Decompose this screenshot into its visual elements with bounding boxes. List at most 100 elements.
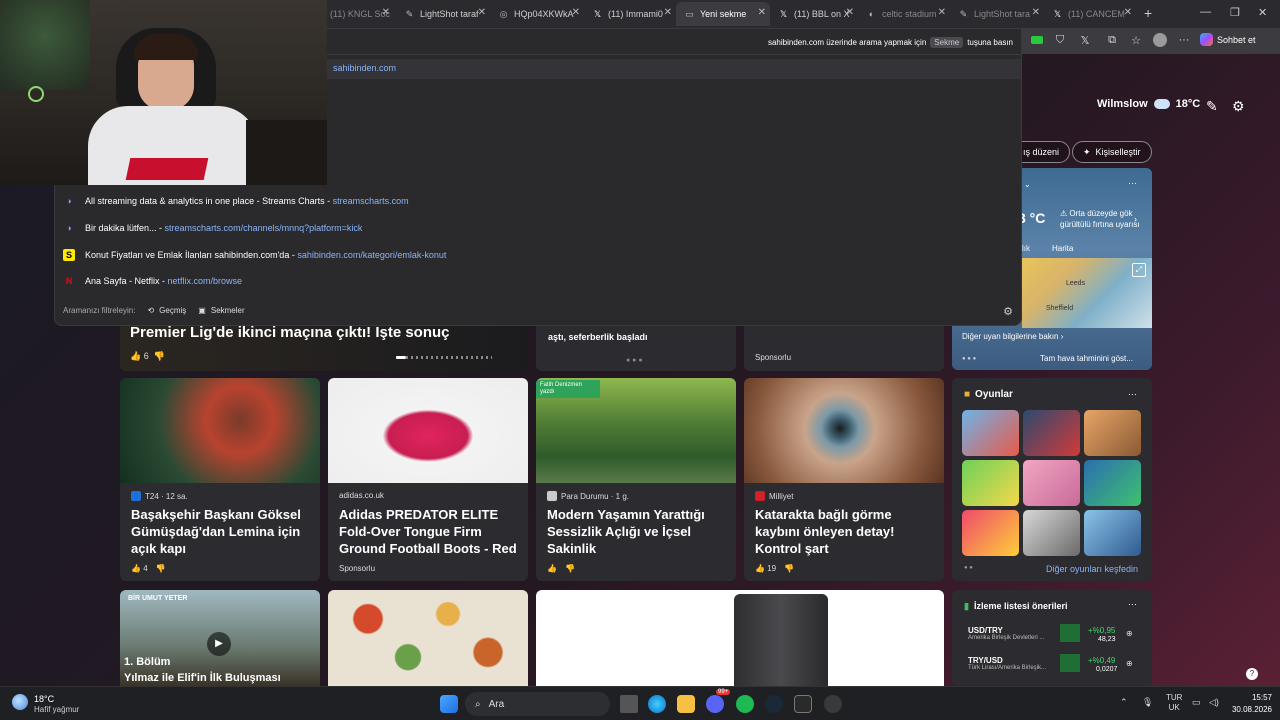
epic-games-icon[interactable]	[794, 695, 812, 713]
more-options-icon[interactable]: ···	[1128, 389, 1137, 399]
close-icon: ✕	[937, 7, 946, 18]
suggestion-item[interactable]: ◑ All streaming data & analytics in one …	[63, 191, 408, 211]
more-options-icon[interactable]: ···	[1128, 178, 1137, 188]
spotify-icon[interactable]	[736, 695, 754, 713]
microphone-tray-icon[interactable]: 🎙	[1142, 697, 1153, 708]
video-card[interactable]: BİR UMUT YETER ▶ 1. Bölüm Yılmaz ile Eli…	[120, 590, 320, 686]
taskbar-search[interactable]: ⌕ Ara	[465, 692, 610, 716]
tab-lightshot-2[interactable]: ✎ LightShot tara ✕	[950, 2, 1044, 26]
tab-hqp04[interactable]: ◎ HQp04XKWkA ✕	[490, 2, 584, 26]
taskbar-weather-temp[interactable]: 18°C	[34, 694, 54, 704]
copilot-chat-button[interactable]: Sohbet et	[1200, 33, 1256, 46]
taskbar-clock[interactable]: 15:57 30.08.2026	[1228, 692, 1272, 716]
extension-green-icon[interactable]	[1031, 36, 1043, 44]
extension-x-icon[interactable]: 𝕏	[1078, 33, 1092, 47]
food-card[interactable]	[328, 590, 528, 686]
network-icon[interactable]: ▭	[1192, 697, 1201, 708]
game-tile-blocks[interactable]	[1084, 410, 1141, 456]
close-window-icon[interactable]: ✕	[1258, 6, 1267, 19]
watchlist-widget[interactable]: ▮ İzleme listesi önerileri ··· USD/TRY Am…	[952, 590, 1152, 686]
carousel-dots-small[interactable]: ● ● ●	[626, 357, 643, 364]
news-card-4[interactable]: Milliyet Katarakta bağlı görme kaybını ö…	[744, 378, 944, 581]
game-tile-fruit[interactable]	[962, 460, 1019, 506]
product-card[interactable]	[536, 590, 944, 686]
news-card-3[interactable]: Fatih Denizmen yazdı Para Durumu · 1 g. …	[536, 378, 736, 581]
personalize-button[interactable]: ✦ Kişiselleştir	[1072, 141, 1152, 163]
discord-icon[interactable]: 99+	[706, 689, 731, 713]
dislike-icon: 👎	[564, 564, 575, 573]
filter-history-button[interactable]: ⟲ Geçmiş	[147, 306, 186, 315]
news-card-1-image	[120, 378, 320, 483]
play-icon[interactable]: ▶	[207, 632, 231, 656]
netflix-icon: N	[65, 276, 73, 286]
games-more-link[interactable]: Diğer oyunları keşfedin	[1046, 564, 1138, 574]
extensions-icon[interactable]: ⧉	[1105, 33, 1119, 47]
settings-icon[interactable]: ⚙	[1232, 98, 1245, 115]
news-card-3-reactions[interactable]: 👍 👎	[547, 564, 575, 573]
filter-tabs-button[interactable]: ▣ Sekmeler	[198, 306, 244, 315]
weather-tab-map[interactable]: Harita	[1052, 244, 1073, 253]
start-button[interactable]	[440, 695, 458, 713]
weather-icon[interactable]	[12, 694, 28, 710]
news-card-1[interactable]: T24 · 12 sa. Başakşehir Başkanı Göksel G…	[120, 378, 320, 581]
suggestion-item[interactable]: ◑ Bir dakika lütfen... - streamscharts.c…	[63, 218, 362, 238]
game-tile-husky[interactable]	[1023, 510, 1080, 556]
ad-card[interactable]: adidas.co.uk Adidas PREDATOR ELITE Fold-…	[328, 378, 528, 581]
tab-x-bbl[interactable]: 𝕏 (11) BBL on X ✕	[770, 2, 858, 26]
taskbar-weather-desc[interactable]: Hafif yağmur	[34, 705, 79, 714]
suggestion-item[interactable]: N Ana Sayfa - Netflix - netflix.com/brow…	[63, 271, 242, 291]
tab-x-cancem[interactable]: 𝕏 (11) CANCEM ✕	[1044, 2, 1136, 26]
help-icon[interactable]: ?	[1246, 668, 1258, 680]
weather-map[interactable]: Leeds Sheffield ⤢	[1022, 258, 1152, 328]
game-tile-stickman[interactable]	[1084, 510, 1141, 556]
tab-knglsoci[interactable]: (11) KNGL Soci ✕	[322, 2, 394, 26]
suggestion-item[interactable]: S Konut Fiyatları ve Emlak İlanları sahi…	[63, 245, 446, 265]
restore-icon[interactable]: ❐	[1230, 6, 1240, 19]
tab-new-tab[interactable]: ▭ Yeni sekme ✕	[676, 2, 770, 26]
layout-button[interactable]: ış düzeni	[1016, 141, 1071, 163]
file-explorer-icon[interactable]	[677, 695, 695, 713]
volume-icon[interactable]: ◁)	[1209, 697, 1219, 708]
edge-icon[interactable]	[648, 695, 666, 713]
game-tile-paint[interactable]	[962, 510, 1019, 556]
dislike-icon: 👎	[155, 564, 166, 573]
weather-alert[interactable]: ⚠ Orta düzeyde gök gürültülü fırtına uya…	[1060, 208, 1140, 230]
news-card-4-reactions[interactable]: 👍 19 👎	[755, 564, 794, 573]
favorites-icon[interactable]: ☆	[1129, 33, 1143, 47]
more-options-icon[interactable]: ···	[1128, 599, 1137, 609]
tab-x-immami[interactable]: 𝕏 (11) Immami0 ✕	[584, 2, 676, 26]
tab-celtic-stadium[interactable]: ◐ celtic stadium ✕	[858, 2, 950, 26]
gear-icon[interactable]: ⚙	[1003, 305, 1013, 318]
headline-likes[interactable]: 👍 6 👎	[130, 351, 165, 362]
task-view-icon[interactable]	[620, 695, 638, 713]
game-tile-racing[interactable]	[962, 410, 1019, 456]
chevron-down-icon[interactable]: ⌄	[1024, 180, 1031, 189]
news-card-1-reactions[interactable]: 👍 4 👎	[131, 564, 166, 573]
weather-tab-hourly[interactable]: lık	[1022, 244, 1030, 253]
new-tab-button[interactable]: +	[1144, 5, 1152, 21]
expand-icon[interactable]: ⤢	[1132, 263, 1146, 277]
game-tile-maze[interactable]	[1084, 460, 1141, 506]
carousel-dots[interactable]	[396, 356, 492, 359]
extension-shield-icon[interactable]: ⛉	[1053, 33, 1067, 47]
game-tile-dressup[interactable]	[1023, 460, 1080, 506]
minimize-icon[interactable]: —	[1200, 6, 1211, 18]
weather-more-link[interactable]: Diğer uyan bilgilerine bakın ›	[962, 332, 1142, 346]
edit-icon[interactable]: ✎	[1206, 98, 1218, 115]
games-carousel-dots[interactable]: ● ●	[964, 565, 973, 571]
steam-icon[interactable]	[765, 695, 783, 713]
watchlist-row[interactable]: TRY/USD Türk Lirası/Amerika Birleşik... …	[968, 654, 1138, 682]
weather-forecast-link[interactable]: Tam hava tahminini göst...	[1040, 354, 1133, 363]
chevron-up-icon[interactable]: ⌃	[1120, 697, 1128, 708]
obs-icon[interactable]	[824, 695, 842, 713]
watchlist-row[interactable]: USD/TRY Amerika Birleşik Devletleri ... …	[968, 624, 1138, 652]
profile-avatar[interactable]	[1153, 33, 1167, 47]
game-tile-cars[interactable]	[1023, 410, 1080, 456]
weather-carousel-dots[interactable]: ● ● ●	[962, 356, 976, 362]
tab-lightshot-1[interactable]: ✎ LightShot taraf ✕	[396, 2, 490, 26]
more-menu-icon[interactable]: ···	[1177, 33, 1191, 47]
games-widget[interactable]: ■ Oyunlar ··· ● ● Diğer oyunları keşfedin	[952, 378, 1152, 581]
chevron-right-icon[interactable]: ›	[1134, 214, 1137, 224]
language-indicator[interactable]: TUR UK	[1166, 693, 1182, 713]
weather-header[interactable]: Wilmslow 18°C	[1097, 98, 1200, 110]
